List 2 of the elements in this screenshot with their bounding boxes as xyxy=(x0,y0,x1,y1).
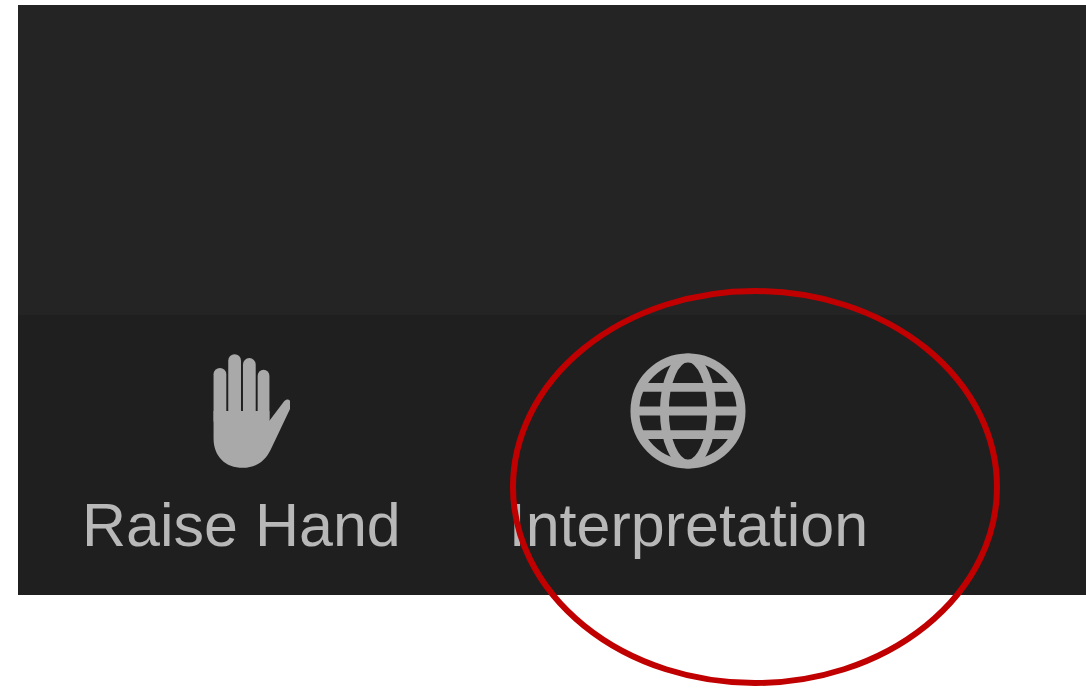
toolbar-button-label[interactable]: Raise Hand xyxy=(82,492,401,560)
globe-icon[interactable] xyxy=(629,352,748,470)
